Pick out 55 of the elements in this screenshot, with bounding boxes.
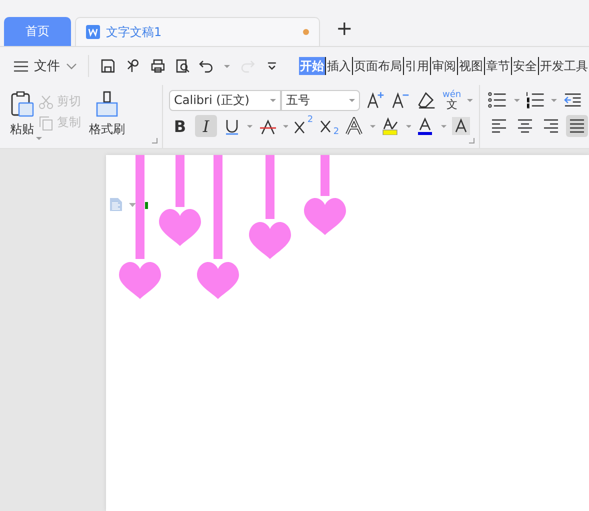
caret-icon bbox=[36, 137, 42, 140]
caret-icon[interactable] bbox=[441, 124, 447, 128]
tab-label: 首页 bbox=[26, 23, 50, 40]
caret-icon[interactable] bbox=[406, 124, 412, 128]
chevron-icon bbox=[66, 62, 77, 70]
caret-icon[interactable] bbox=[247, 124, 253, 128]
caret-icon bbox=[270, 98, 276, 102]
caret-icon[interactable] bbox=[514, 98, 520, 102]
file-menu-label: 文件 bbox=[34, 58, 60, 75]
clipboard-icon bbox=[10, 91, 34, 117]
scissors-icon bbox=[38, 94, 54, 110]
italic-button[interactable]: I bbox=[195, 115, 217, 137]
decrease-indent-icon[interactable] bbox=[563, 91, 583, 109]
text-cursor bbox=[145, 202, 148, 209]
font-name-field[interactable]: Calibri (正文) bbox=[169, 90, 281, 110]
tab-label: 文字文稿1 bbox=[106, 24, 162, 40]
shrink-font-icon[interactable] bbox=[391, 91, 411, 109]
brush-icon bbox=[95, 91, 119, 117]
caret-icon bbox=[348, 98, 355, 102]
dialog-launcher-icon[interactable] bbox=[152, 138, 158, 144]
shading-button[interactable] bbox=[450, 115, 473, 137]
caret-icon[interactable] bbox=[224, 64, 230, 68]
caret-icon[interactable] bbox=[551, 98, 558, 102]
caret-icon[interactable] bbox=[282, 124, 288, 128]
menu-tab[interactable]: 章节 bbox=[484, 57, 511, 75]
paste-button[interactable]: 粘贴 bbox=[10, 87, 34, 148]
caret-icon bbox=[467, 98, 473, 102]
justify-button[interactable] bbox=[566, 115, 588, 137]
print-icon[interactable] bbox=[150, 58, 166, 74]
caret-icon[interactable] bbox=[370, 124, 376, 128]
writer-icon bbox=[86, 25, 100, 39]
file-menu[interactable]: 文件 bbox=[14, 57, 77, 75]
font-size-field[interactable]: 五号 bbox=[281, 90, 360, 110]
copy-icon bbox=[38, 114, 54, 130]
grow-font-icon[interactable] bbox=[366, 91, 386, 109]
menu-icon bbox=[14, 60, 28, 72]
eraser-icon[interactable] bbox=[416, 91, 436, 109]
menu-tab[interactable]: 开发工具 bbox=[538, 57, 589, 75]
dialog-launcher-icon[interactable] bbox=[469, 138, 475, 144]
print-preview-icon[interactable] bbox=[174, 58, 190, 74]
bulleted-list-icon[interactable] bbox=[488, 91, 508, 109]
bold-button[interactable]: B bbox=[169, 115, 191, 137]
numbered-list-icon[interactable] bbox=[526, 91, 546, 109]
menu-tab[interactable]: 视图 bbox=[458, 57, 484, 75]
new-tab-button[interactable]: + bbox=[336, 16, 353, 40]
phonetic-guide-button[interactable]: wén 文 bbox=[442, 90, 462, 110]
tab[interactable]: 文字文稿1 bbox=[75, 17, 320, 46]
format-painter-button[interactable]: 格式刷 bbox=[89, 87, 125, 148]
menu-tab[interactable]: 引用 bbox=[404, 57, 430, 75]
save-icon[interactable] bbox=[100, 58, 116, 74]
menu-tab[interactable]: 插入 bbox=[326, 57, 352, 75]
menu-tab[interactable]: 安全 bbox=[512, 57, 538, 75]
undo-icon[interactable] bbox=[199, 58, 216, 74]
menu-tab[interactable]: 审阅 bbox=[430, 57, 457, 75]
menu-tab[interactable]: 页面布局 bbox=[352, 57, 403, 75]
